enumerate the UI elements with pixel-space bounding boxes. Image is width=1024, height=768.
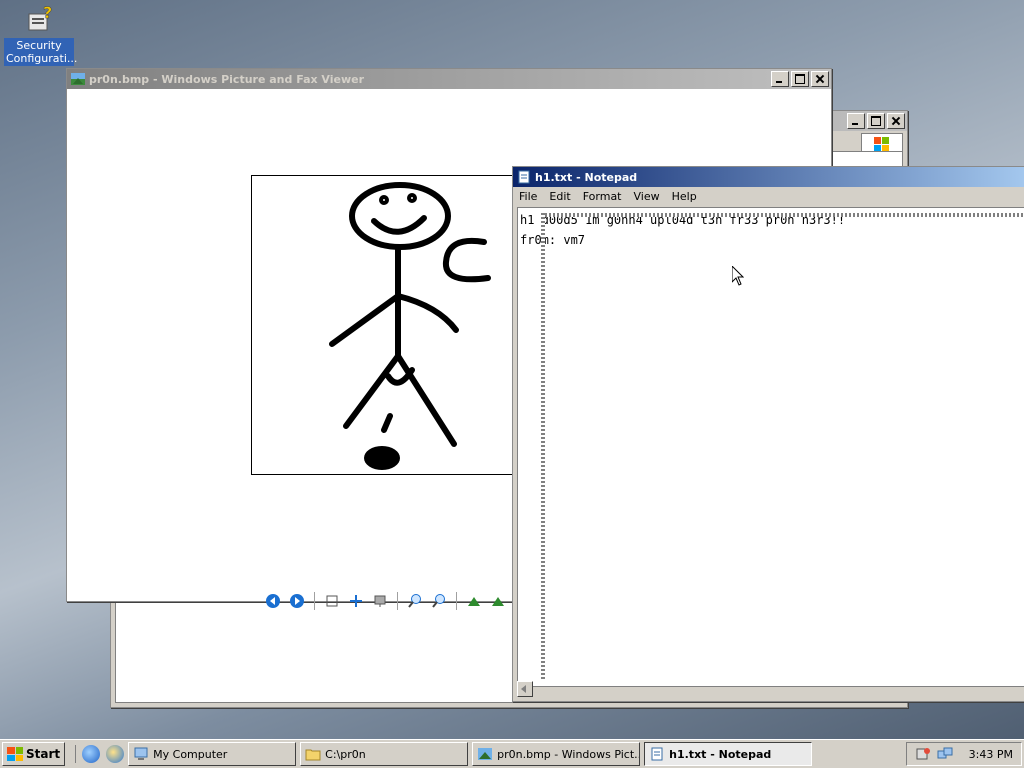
notepad-icon [649, 747, 665, 761]
task-label: My Computer [153, 747, 228, 761]
security-config-icon: ? [23, 3, 55, 36]
desktop-icon-label: Security Configurati... [4, 38, 78, 66]
taskbar: Start My Computer C:\pr0n pr0n.bmp - Win… [0, 739, 1024, 768]
notepad-menubar: File Edit Format View Help [513, 187, 1024, 205]
menu-file[interactable]: File [513, 190, 543, 203]
start-label: Start [26, 747, 61, 761]
internet-explorer-icon[interactable] [82, 745, 101, 763]
notepad-titlebar[interactable]: h1.txt - Notepad [513, 167, 1024, 187]
close-button[interactable] [811, 71, 829, 87]
security-tray-icon[interactable] [915, 746, 931, 762]
picture-viewer-icon [477, 747, 493, 761]
task-label: h1.txt - Notepad [669, 747, 772, 761]
scroll-left-button[interactable] [517, 681, 533, 697]
show-desktop-icon[interactable] [106, 745, 125, 763]
system-tray: 3:43 PM [905, 742, 1022, 766]
menu-help[interactable]: Help [666, 190, 703, 203]
viewer-title: pr0n.bmp - Windows Picture and Fax Viewe… [89, 72, 365, 86]
desktop-icon-security-configuration[interactable]: ? Security Configurati... [4, 3, 78, 66]
rotate-counterclockwise-icon[interactable] [488, 592, 508, 610]
stick-figure-drawing [329, 182, 527, 470]
menu-format[interactable]: Format [577, 190, 628, 203]
maximize-button[interactable] [867, 113, 885, 129]
minimize-button[interactable] [847, 113, 865, 129]
zoom-in-icon[interactable] [405, 592, 425, 610]
window-drag-outline-vertical [541, 213, 545, 679]
close-button[interactable] [887, 113, 905, 129]
toolbar-separator [456, 592, 457, 610]
next-image-icon[interactable] [287, 592, 307, 610]
menu-view[interactable]: View [628, 190, 666, 203]
slideshow-icon[interactable] [370, 592, 390, 610]
viewer-toolbar [263, 590, 519, 612]
menu-edit[interactable]: Edit [543, 190, 576, 203]
start-button[interactable]: Start [2, 742, 66, 766]
task-label: pr0n.bmp - Windows Pict... [497, 747, 641, 761]
viewer-titlebar[interactable]: pr0n.bmp - Windows Picture and Fax Viewe… [67, 69, 831, 89]
notepad-icon [517, 170, 531, 184]
notepad-title: h1.txt - Notepad [535, 170, 638, 184]
window-drag-outline-horizontal [545, 213, 1024, 217]
taskbar-pr0n-folder[interactable]: C:\pr0n [300, 742, 469, 766]
picture-viewer-icon [71, 72, 85, 86]
actual-size-icon[interactable] [346, 592, 366, 610]
toolbar-separator [397, 592, 398, 610]
zoom-out-icon[interactable] [429, 592, 449, 610]
text-line-2: fr0m: vm7 [520, 233, 586, 247]
windows-logo-icon [7, 747, 23, 761]
taskbar-picture-viewer[interactable]: pr0n.bmp - Windows Pict... [472, 742, 641, 766]
taskbar-notepad[interactable]: h1.txt - Notepad [644, 742, 813, 766]
svg-text:?: ? [43, 4, 52, 22]
computer-icon [133, 747, 149, 761]
notepad-window[interactable]: h1.txt - Notepad File Edit Format View H… [512, 166, 1024, 702]
text-line-1: h1 d00d5 1m g0nn4 upl04d t3h fr33 pr0n h… [520, 213, 846, 227]
taskbar-my-computer[interactable]: My Computer [128, 742, 297, 766]
previous-image-icon[interactable] [263, 592, 283, 610]
minimize-button[interactable] [771, 71, 789, 87]
folder-icon [305, 747, 321, 761]
mouse-cursor-icon [731, 264, 745, 286]
maximize-button[interactable] [791, 71, 809, 87]
rotate-clockwise-icon[interactable] [464, 592, 484, 610]
notepad-text-area[interactable]: h1 d00d5 1m g0nn4 upl04d t3h fr33 pr0n h… [517, 207, 1024, 687]
displayed-image [251, 175, 533, 475]
clock[interactable]: 3:43 PM [969, 748, 1013, 761]
toolbar-separator [314, 592, 315, 610]
best-fit-icon[interactable] [322, 592, 342, 610]
network-tray-icon[interactable] [937, 746, 953, 762]
task-label: C:\pr0n [325, 747, 366, 761]
quick-launch [75, 745, 125, 763]
